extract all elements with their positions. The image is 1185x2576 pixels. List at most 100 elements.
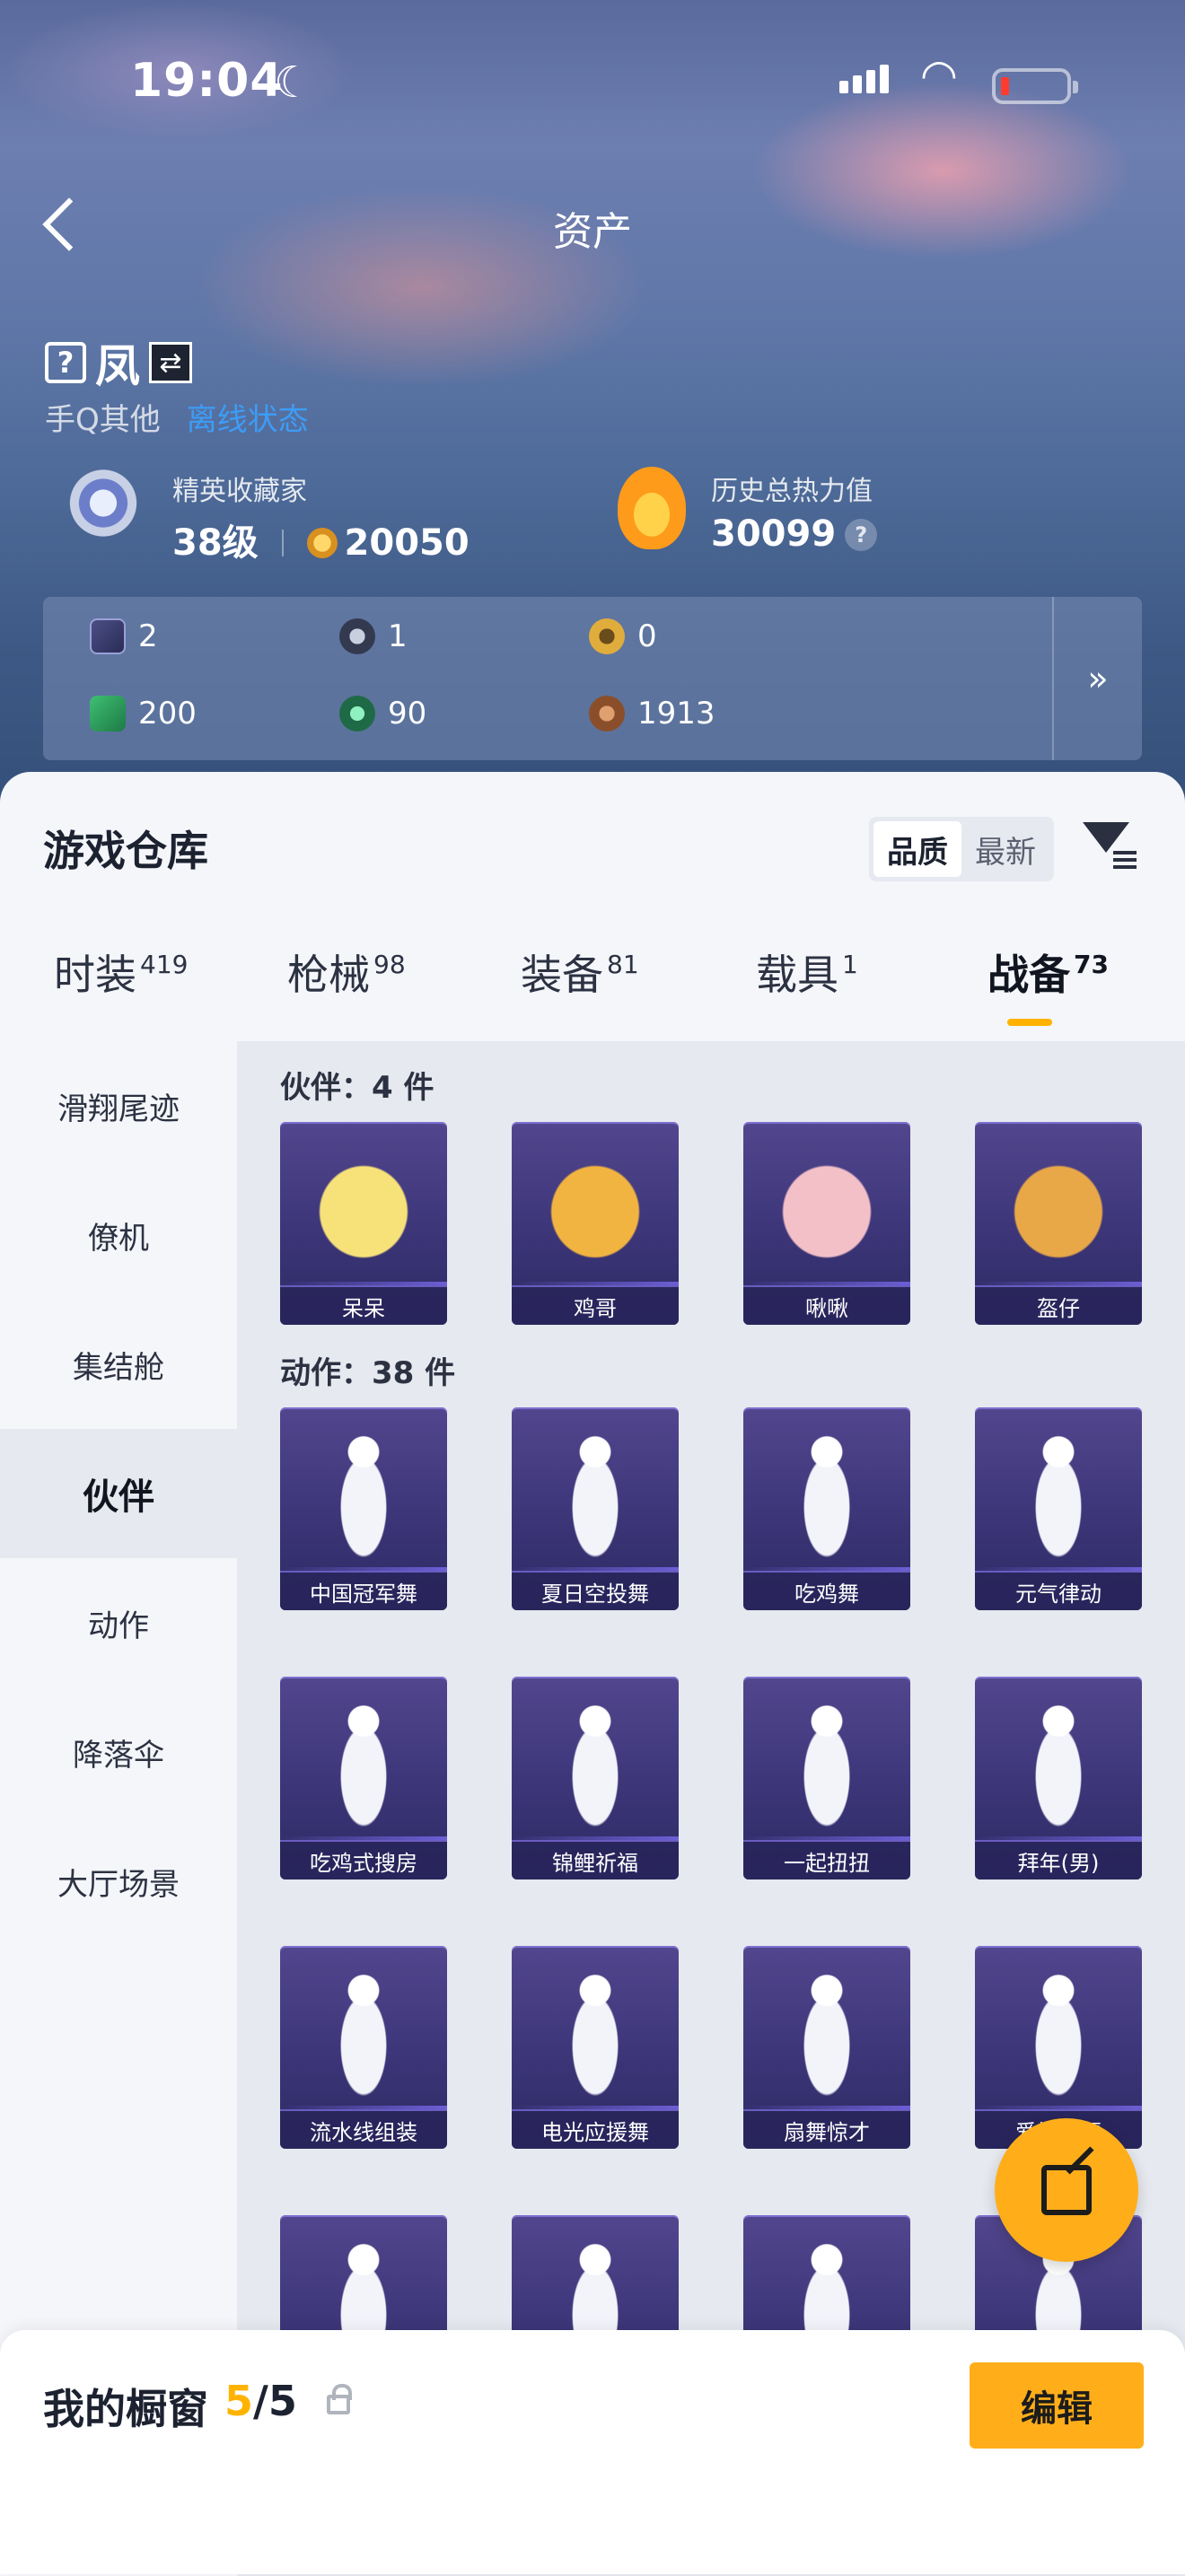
question-icon[interactable]: ? xyxy=(45,342,86,383)
showcase-edit-button[interactable]: 编辑 xyxy=(970,2362,1144,2449)
dancer-icon xyxy=(323,1704,404,1829)
sidebar-item-partner[interactable]: 伙伴 xyxy=(0,1429,237,1558)
status-bar: 19:04 ☾ ◠ xyxy=(0,50,1185,117)
item-name: 呆呆 xyxy=(280,1285,447,1325)
dancer-icon xyxy=(786,1434,867,1560)
item-name: 中国冠军舞 xyxy=(280,1571,447,1610)
sidebar-item-parachute[interactable]: 降落伞 xyxy=(0,1687,237,1817)
currency-item: 200 xyxy=(90,696,197,732)
player-name: 凤 xyxy=(95,340,140,392)
tab-label: 枪械 xyxy=(287,951,370,999)
tab-combat-gear[interactable]: 战备 73 xyxy=(988,942,1109,1002)
currency-item: 0 xyxy=(589,618,657,654)
dancer-icon xyxy=(555,1434,636,1560)
switch-account-icon[interactable]: ⇄ xyxy=(149,342,192,383)
battery-icon xyxy=(992,68,1078,104)
player-subline: 手Q其他 离线状态 xyxy=(45,395,309,439)
item-tile[interactable]: 流水线组装 xyxy=(280,1946,447,2149)
dancer-icon xyxy=(1018,1704,1099,1829)
item-tile[interactable]: 吃鸡式搜房 xyxy=(280,1677,447,1879)
sidebar-item-lobby-scene[interactable]: 大厅场景 xyxy=(0,1817,237,1946)
tab-label: 战备 xyxy=(988,951,1070,999)
item-tile[interactable]: 元气律动 xyxy=(975,1407,1142,1610)
dancer-icon xyxy=(555,1704,636,1829)
showcase-bar: 我的橱窗 5/5 编辑 xyxy=(0,2330,1185,2574)
item-tile[interactable]: 锦鲤祈福 xyxy=(512,1677,679,1879)
item-tile[interactable]: 夏日空投舞 xyxy=(512,1407,679,1610)
showcase-total: /5 xyxy=(253,2377,297,2425)
currency-more-button[interactable]: » xyxy=(1052,597,1142,760)
tab-count: 73 xyxy=(1074,950,1109,979)
item-name: 吃鸡舞 xyxy=(743,1571,910,1610)
currency-value: 2 xyxy=(138,618,158,654)
item-name: 扇舞惊才 xyxy=(743,2109,910,2149)
helmet-chick-icon xyxy=(1009,1152,1108,1260)
item-tile[interactable]: 拜年(男) xyxy=(975,1677,1142,1879)
item-tile[interactable]: 啾啾 xyxy=(743,1122,910,1325)
player-platform: 手Q其他 xyxy=(45,402,161,438)
status-time: 19:04 xyxy=(130,54,284,108)
profile-header: 19:04 ☾ ◠ 资产 ? 凤 ⇄ 手Q其他 离线状态 精英收藏家 38级 2… xyxy=(0,0,1185,808)
tab-vehicles[interactable]: 载具 1 xyxy=(756,942,858,1002)
showcase-current: 5 xyxy=(224,2377,254,2425)
green-card-icon xyxy=(90,696,126,732)
item-tile[interactable]: 鸡哥 xyxy=(512,1122,679,1325)
filter-icon[interactable] xyxy=(1077,815,1142,880)
item-name: 鸡哥 xyxy=(512,1285,679,1325)
sidebar-item-emote[interactable]: 动作 xyxy=(0,1558,237,1687)
collector-label: 精英收藏家 xyxy=(172,476,307,507)
dancer-icon xyxy=(323,1434,404,1560)
card-icon xyxy=(90,618,126,654)
dancer-icon xyxy=(1018,1973,1099,2098)
help-icon[interactable]: ? xyxy=(845,519,878,551)
item-tile[interactable]: 呆呆 xyxy=(280,1122,447,1325)
signal-icon xyxy=(839,65,889,93)
tab-count: 1 xyxy=(842,950,858,979)
edit-icon xyxy=(1041,2165,1092,2215)
tab-count: 98 xyxy=(373,950,406,979)
sort-toggle: 品质 最新 xyxy=(869,817,1054,881)
collector-value: 38级 20050 xyxy=(172,513,470,565)
showcase-count: 5/5 xyxy=(224,2377,297,2425)
heat-label: 历史总热力值 xyxy=(711,476,873,507)
item-name: 啾啾 xyxy=(743,1285,910,1325)
heat-value-row: 30099? xyxy=(711,513,878,555)
currency-value: 90 xyxy=(388,696,427,732)
currency-item: 90 xyxy=(339,696,426,732)
coin-icon xyxy=(306,528,338,558)
item-tile[interactable]: 电光应援舞 xyxy=(512,1946,679,2149)
item-name: 一起扭扭 xyxy=(743,1840,910,1879)
tab-equipment[interactable]: 装备 81 xyxy=(521,942,639,1002)
item-tile[interactable]: 一起扭扭 xyxy=(743,1677,910,1879)
item-name: 元气律动 xyxy=(975,1571,1142,1610)
currency-item: 2 xyxy=(90,618,158,654)
tab-fashion[interactable]: 时装 419 xyxy=(54,942,188,1002)
showcase-label: 我的橱窗 xyxy=(43,2385,208,2433)
tab-label: 时装 xyxy=(54,951,136,999)
item-tile[interactable]: 扇舞惊才 xyxy=(743,1946,910,2149)
item-tile[interactable]: 吃鸡舞 xyxy=(743,1407,910,1610)
floating-edit-button[interactable] xyxy=(995,2118,1138,2262)
bronze-coin-icon xyxy=(589,696,625,732)
sidebar-item-wingman[interactable]: 僚机 xyxy=(0,1170,237,1300)
item-name: 流水线组装 xyxy=(280,2109,447,2149)
dancer-icon xyxy=(786,1973,867,2098)
collector-level: 38级 xyxy=(172,522,259,564)
currency-panel: 2 1 0 200 90 1913 » xyxy=(43,597,1142,760)
sort-option-quality[interactable]: 品质 xyxy=(873,821,961,877)
tab-guns[interactable]: 枪械 98 xyxy=(287,942,406,1002)
dancer-icon xyxy=(786,1704,867,1829)
category-tabs: 时装 419 枪械 98 装备 81 载具 1 战备 73 xyxy=(0,942,1185,1041)
currency-value: 1913 xyxy=(637,696,715,732)
item-name: 拜年(男) xyxy=(975,1840,1142,1879)
item-name: 盔仔 xyxy=(975,1285,1142,1325)
dancer-icon xyxy=(1018,1434,1099,1560)
sort-option-newest[interactable]: 最新 xyxy=(961,821,1049,877)
sidebar-item-assembly-pod[interactable]: 集结舱 xyxy=(0,1300,237,1429)
item-tile[interactable]: 中国冠军舞 xyxy=(280,1407,447,1610)
player-presence: 离线状态 xyxy=(186,402,309,438)
sidebar-item-glide-trail[interactable]: 滑翔尾迹 xyxy=(0,1041,237,1170)
item-tile[interactable]: 盔仔 xyxy=(975,1122,1142,1325)
section-title-partners: 伙伴：4 件 xyxy=(280,1070,434,1106)
heat-value: 30099 xyxy=(711,513,837,555)
